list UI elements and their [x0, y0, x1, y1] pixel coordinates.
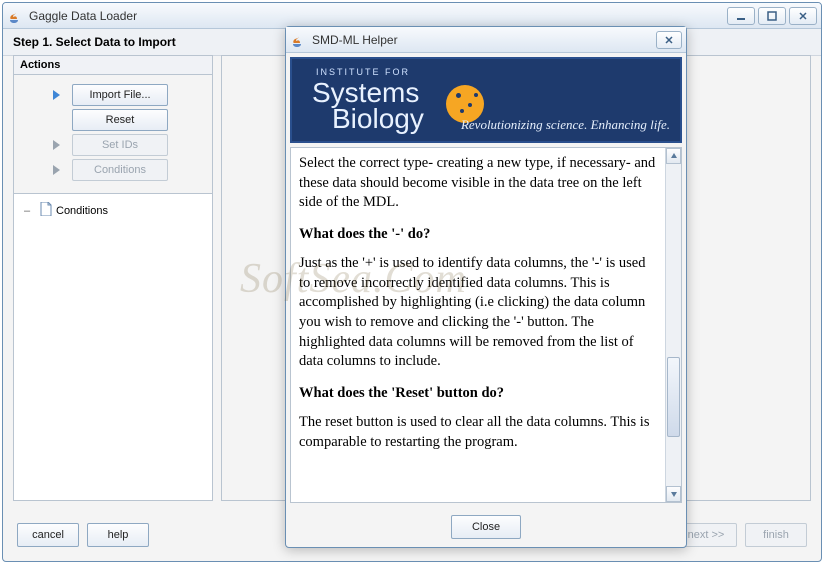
java-cup-icon [7, 8, 23, 24]
help-paragraph: The reset button is used to clear all th… [299, 413, 657, 452]
scroll-up-icon[interactable] [666, 148, 681, 164]
tree-panel: – Conditions [13, 193, 213, 501]
help-content-area: Select the correct type- creating a new … [290, 147, 682, 503]
maximize-button[interactable] [758, 7, 786, 25]
reset-button[interactable]: Reset [72, 109, 168, 131]
minimize-button[interactable] [727, 7, 755, 25]
cancel-button[interactable]: cancel [17, 523, 79, 547]
finish-button[interactable]: finish [745, 523, 807, 547]
tree-item-conditions[interactable]: – Conditions [18, 200, 208, 221]
arrow-right-icon [48, 163, 66, 177]
dialog-title: SMD-ML Helper [312, 33, 656, 47]
vertical-scrollbar[interactable] [665, 148, 681, 502]
java-cup-icon [290, 32, 306, 48]
actions-body: Import File... Reset Set IDs Conditions [14, 75, 212, 194]
banner-tagline: Revolutionizing science. Enhancing life. [461, 117, 670, 133]
document-icon [40, 202, 52, 219]
help-paragraph: Just as the '+' is used to identify data… [299, 254, 657, 371]
help-heading: What does the 'Reset' button do? [299, 384, 657, 404]
banner-institute-text: INSTITUTE FOR [316, 67, 410, 77]
dialog-close-button[interactable] [656, 31, 682, 49]
arrow-right-icon [48, 138, 66, 152]
actions-panel: Actions Import File... Reset Set IDs Con… [13, 55, 213, 195]
dialog-close-action-button[interactable]: Close [451, 515, 521, 539]
help-button[interactable]: help [87, 523, 149, 547]
helper-dialog: SMD-ML Helper INSTITUTE FOR Systems Biol… [285, 26, 687, 548]
scrollbar-thumb[interactable] [667, 357, 680, 437]
set-ids-button[interactable]: Set IDs [72, 134, 168, 156]
scrollbar-track[interactable] [666, 164, 681, 486]
tree-item-label: Conditions [56, 205, 108, 217]
import-file-button[interactable]: Import File... [72, 84, 168, 106]
scroll-down-icon[interactable] [666, 486, 681, 502]
arrow-right-icon [48, 88, 66, 102]
actions-header: Actions [14, 55, 212, 75]
tree-toggle-icon[interactable]: – [24, 205, 36, 217]
dialog-footer: Close [286, 507, 686, 547]
close-button[interactable] [789, 7, 817, 25]
window-controls [727, 7, 817, 25]
help-content-scroll[interactable]: Select the correct type- creating a new … [291, 148, 665, 502]
conditions-button[interactable]: Conditions [72, 159, 168, 181]
isb-banner: INSTITUTE FOR Systems Biology Revolution… [290, 57, 682, 143]
help-heading: What does the '-' do? [299, 225, 657, 245]
banner-biology-text: Biology [332, 105, 424, 133]
dialog-titlebar[interactable]: SMD-ML Helper [286, 27, 686, 53]
main-window-title: Gaggle Data Loader [29, 9, 727, 23]
help-paragraph: Select the correct type- creating a new … [299, 154, 657, 213]
